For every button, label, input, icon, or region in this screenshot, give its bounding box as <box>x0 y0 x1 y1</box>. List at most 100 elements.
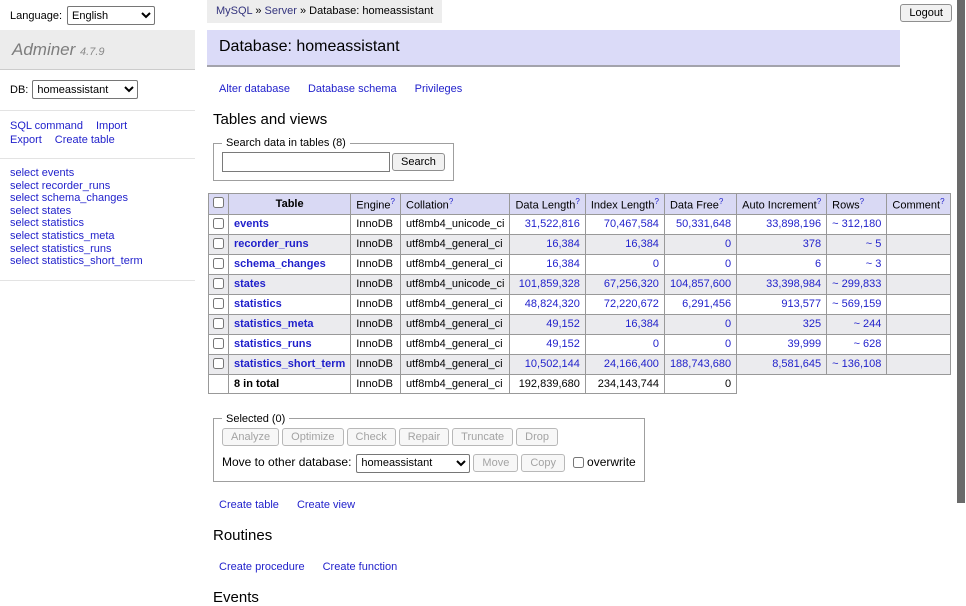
db-select[interactable]: homeassistant <box>32 80 138 99</box>
truncate-button[interactable]: Truncate <box>452 428 513 446</box>
auto-increment-link[interactable]: 8,581,645 <box>772 358 821 370</box>
table-link-statistics[interactable]: statistics <box>234 298 282 310</box>
analyze-button[interactable]: Analyze <box>222 428 279 446</box>
table-link-schema_changes[interactable]: schema_changes <box>234 258 326 270</box>
data-length-link[interactable]: 10,502,144 <box>525 358 580 370</box>
column-help-link[interactable]: ? <box>391 197 395 206</box>
column-help-link[interactable]: ? <box>575 197 579 206</box>
row-checkbox[interactable] <box>213 318 224 329</box>
row-checkbox[interactable] <box>213 338 224 349</box>
row-checkbox[interactable] <box>213 218 224 229</box>
rows-link[interactable]: ~ 312,180 <box>832 218 881 230</box>
scrollbar-thumb[interactable] <box>957 0 965 503</box>
breadcrumb-link-server[interactable]: Server <box>265 5 297 17</box>
table-link-statistics_meta[interactable]: statistics_meta <box>234 318 314 330</box>
sidebar-item-select-schema_changes[interactable]: select schema_changes <box>10 192 128 204</box>
sidebar-item-select-events[interactable]: select events <box>10 167 74 179</box>
sidebar-item-select-statistics_short_term[interactable]: select statistics_short_term <box>10 255 143 267</box>
row-checkbox[interactable] <box>213 298 224 309</box>
data-free-link[interactable]: 0 <box>725 258 731 270</box>
auto-increment-link[interactable]: 378 <box>803 238 821 250</box>
data-length-link[interactable]: 16,384 <box>546 258 580 270</box>
index-length-link[interactable]: 24,166,400 <box>604 358 659 370</box>
sidebar-item-select-recorder_runs[interactable]: select recorder_runs <box>10 180 110 192</box>
search-input[interactable] <box>222 152 390 172</box>
rows-link[interactable]: ~ 299,833 <box>832 278 881 290</box>
sidebar-action-import[interactable]: Import <box>96 120 127 132</box>
drop-button[interactable]: Drop <box>516 428 558 446</box>
row-checkbox[interactable] <box>213 258 224 269</box>
row-checkbox[interactable] <box>213 358 224 369</box>
table-link-events[interactable]: events <box>234 218 269 230</box>
sidebar-action-create-table[interactable]: Create table <box>55 134 115 146</box>
data-free-link[interactable]: 6,291,456 <box>682 298 731 310</box>
data-length-link[interactable]: 101,859,328 <box>519 278 580 290</box>
data-free-link[interactable]: 188,743,680 <box>670 358 731 370</box>
data-length-link[interactable]: 31,522,816 <box>525 218 580 230</box>
rows-link[interactable]: ~ 244 <box>854 318 882 330</box>
repair-button[interactable]: Repair <box>399 428 449 446</box>
data-length-link[interactable]: 49,152 <box>546 318 580 330</box>
sidebar-action-export[interactable]: Export <box>10 134 42 146</box>
rows-link[interactable]: ~ 569,159 <box>832 298 881 310</box>
data-length-link[interactable]: 16,384 <box>546 238 580 250</box>
column-help-link[interactable]: ? <box>719 197 723 206</box>
column-help-link[interactable]: ? <box>940 197 944 206</box>
overwrite-checkbox[interactable] <box>573 457 584 468</box>
sidebar-item-select-statistics_meta[interactable]: select statistics_meta <box>10 230 115 242</box>
table-link-statistics_runs[interactable]: statistics_runs <box>234 338 312 350</box>
rows-link[interactable]: ~ 628 <box>854 338 882 350</box>
data-length-link[interactable]: 48,824,320 <box>525 298 580 310</box>
auto-increment-link[interactable]: 33,898,196 <box>766 218 821 230</box>
index-length-link[interactable]: 16,384 <box>625 238 659 250</box>
index-length-link[interactable]: 70,467,584 <box>604 218 659 230</box>
sidebar-item-select-states[interactable]: select states <box>10 205 71 217</box>
table-link-states[interactable]: states <box>234 278 266 290</box>
auto-increment-link[interactable]: 325 <box>803 318 821 330</box>
sidebar-item-select-statistics[interactable]: select statistics <box>10 217 84 229</box>
copy-button[interactable]: Copy <box>521 454 565 472</box>
rows-link[interactable]: ~ 136,108 <box>832 358 881 370</box>
index-length-link[interactable]: 16,384 <box>625 318 659 330</box>
index-length-link[interactable]: 72,220,672 <box>604 298 659 310</box>
search-button[interactable]: Search <box>392 153 445 171</box>
row-checkbox[interactable] <box>213 278 224 289</box>
logout-button[interactable]: Logout <box>900 4 952 22</box>
auto-increment-link[interactable]: 39,999 <box>788 338 822 350</box>
language-select[interactable]: English <box>67 6 155 25</box>
auto-increment-link[interactable]: 913,577 <box>781 298 821 310</box>
auto-increment-link[interactable]: 33,398,984 <box>766 278 821 290</box>
index-length-link[interactable]: 0 <box>653 258 659 270</box>
alter-database-link[interactable]: Alter database <box>219 83 290 95</box>
create-view-link[interactable]: Create view <box>297 499 355 511</box>
rows-link[interactable]: ~ 5 <box>866 238 882 250</box>
auto-increment-link[interactable]: 6 <box>815 258 821 270</box>
column-help-link[interactable]: ? <box>654 197 658 206</box>
check-button[interactable]: Check <box>347 428 396 446</box>
column-help-link[interactable]: ? <box>817 197 821 206</box>
row-checkbox[interactable] <box>213 238 224 249</box>
data-free-link[interactable]: 50,331,648 <box>676 218 731 230</box>
sidebar-item-select-statistics_runs[interactable]: select statistics_runs <box>10 243 111 255</box>
data-free-link[interactable]: 0 <box>725 238 731 250</box>
data-free-link[interactable]: 0 <box>725 338 731 350</box>
move-db-select[interactable]: homeassistant <box>356 454 470 473</box>
privileges-link[interactable]: Privileges <box>415 83 463 95</box>
create-table-link[interactable]: Create table <box>219 499 279 511</box>
column-help-link[interactable]: ? <box>860 197 864 206</box>
table-link-statistics_short_term[interactable]: statistics_short_term <box>234 358 345 370</box>
index-length-link[interactable]: 0 <box>653 338 659 350</box>
table-link-recorder_runs[interactable]: recorder_runs <box>234 238 309 250</box>
create-procedure-link[interactable]: Create procedure <box>219 561 305 573</box>
database-schema-link[interactable]: Database schema <box>308 83 397 95</box>
select-all-checkbox[interactable] <box>213 197 224 208</box>
rows-link[interactable]: ~ 3 <box>866 258 882 270</box>
move-button[interactable]: Move <box>473 454 518 472</box>
data-free-link[interactable]: 104,857,600 <box>670 278 731 290</box>
sidebar-action-sql-command[interactable]: SQL command <box>10 120 83 132</box>
breadcrumb-link-mysql[interactable]: MySQL <box>216 5 252 17</box>
data-free-link[interactable]: 0 <box>725 318 731 330</box>
column-help-link[interactable]: ? <box>449 197 453 206</box>
optimize-button[interactable]: Optimize <box>282 428 343 446</box>
index-length-link[interactable]: 67,256,320 <box>604 278 659 290</box>
